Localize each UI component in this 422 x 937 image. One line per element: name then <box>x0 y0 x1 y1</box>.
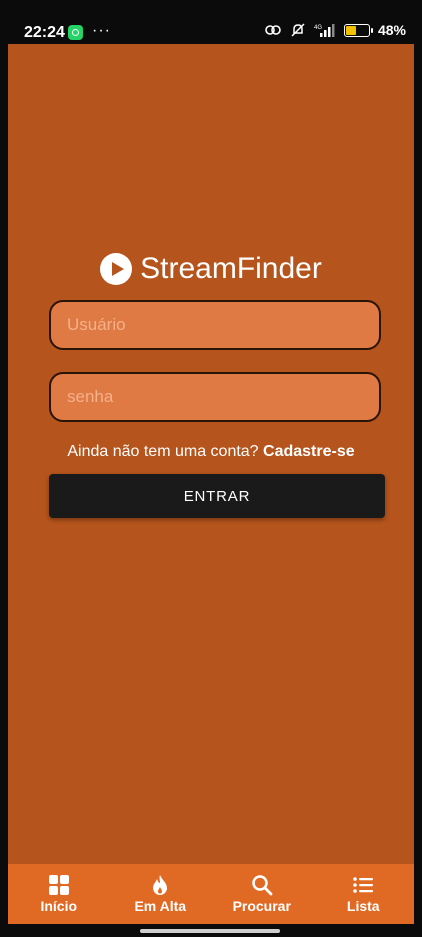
status-bar: 22:24 ··· 4G 48% <box>8 0 414 44</box>
signup-link[interactable]: Cadastre-se <box>263 443 355 460</box>
flame-icon <box>153 875 168 895</box>
home-indicator[interactable] <box>140 929 280 933</box>
nav-item-inicio[interactable]: Início <box>19 874 99 914</box>
status-time: 22:24 <box>24 24 65 41</box>
signup-prompt: Ainda não tem uma conta? Cadastre-se <box>8 443 414 461</box>
battery-icon <box>343 23 373 37</box>
play-icon <box>100 253 133 285</box>
app-name: StreamFinder <box>140 252 322 285</box>
app-logo: StreamFinder <box>8 252 414 286</box>
login-screen: StreamFinder Ainda não tem uma conta? Ca… <box>8 44 414 864</box>
phone-screen: 22:24 ··· 4G 48% StreamFinder Usuário Ai… <box>0 0 422 937</box>
link-icon <box>265 25 281 35</box>
status-icons: 4G 48% <box>264 22 406 38</box>
password-input[interactable] <box>49 372 381 422</box>
bottom-navigation: Início Em Alta Procurar Lista <box>8 864 414 924</box>
nav-item-procurar[interactable]: Procurar <box>222 874 302 914</box>
login-button[interactable]: ENTRAR <box>49 474 385 518</box>
nav-label-inicio: Início <box>40 898 78 914</box>
whatsapp-notification-icon <box>68 25 83 40</box>
username-input[interactable] <box>49 300 381 350</box>
signup-prompt-text: Ainda não tem uma conta? <box>67 443 259 460</box>
mute-bell-icon <box>291 23 305 37</box>
network-type: 4G <box>314 25 322 31</box>
signal-icon: 4G <box>314 24 335 37</box>
nav-label-procurar: Procurar <box>232 898 291 914</box>
more-notifications-icon: ··· <box>92 22 111 39</box>
nav-label-em-alta: Em Alta <box>134 898 187 914</box>
grid-icon <box>48 875 69 895</box>
nav-item-lista[interactable]: Lista <box>323 874 403 914</box>
nav-item-em-alta[interactable]: Em Alta <box>120 874 200 914</box>
list-icon <box>353 877 374 893</box>
battery-percentage: 48% <box>377 22 406 38</box>
nav-label-lista: Lista <box>346 898 380 914</box>
search-icon <box>252 875 273 896</box>
